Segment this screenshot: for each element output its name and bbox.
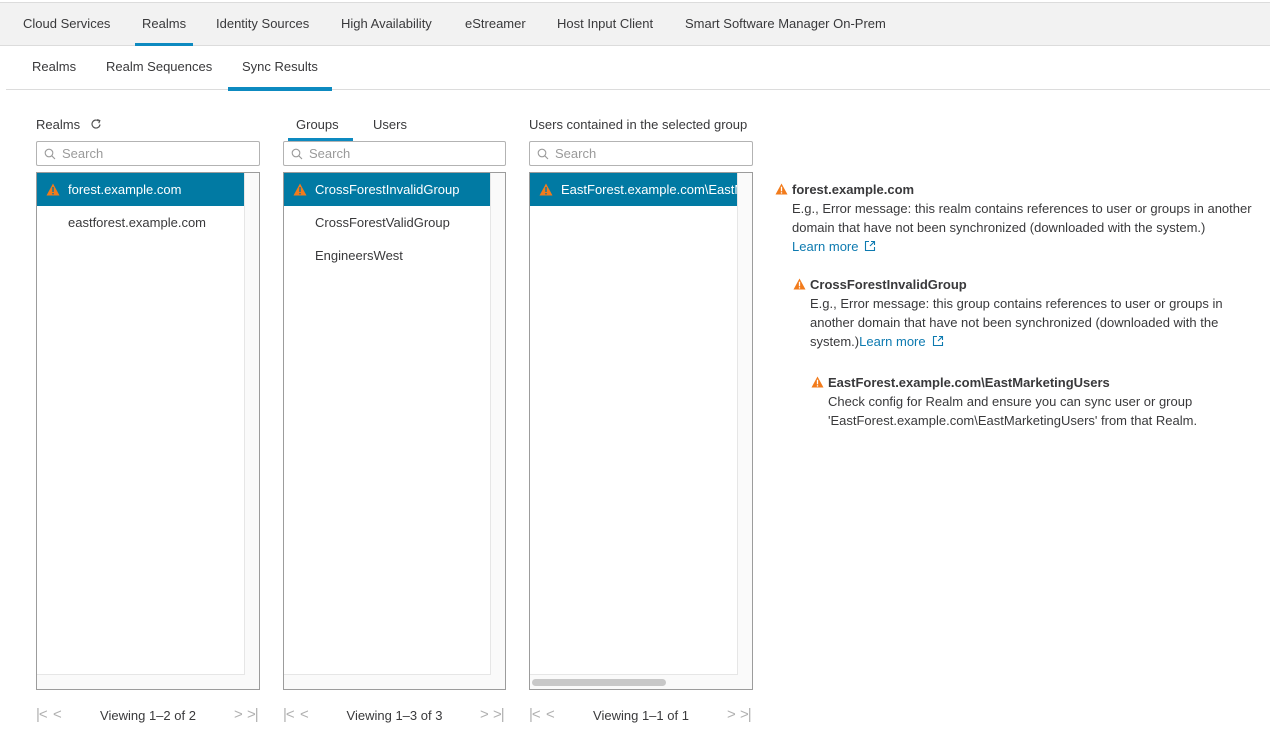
user-item-label: EastForest.example.com\EastMarketingUser…: [561, 182, 737, 197]
realms-search[interactable]: [36, 141, 260, 166]
realms-pager: |< < Viewing 1–2 of 2 > >|: [36, 704, 260, 728]
group-detail-message: E.g., Error message: this group contains…: [793, 294, 1243, 351]
realm-item-label: eastforest.example.com: [68, 215, 206, 230]
group-item-label: CrossForestValidGroup: [315, 215, 450, 230]
tab-estreamer[interactable]: eStreamer: [465, 3, 526, 46]
user-detail-message: Check config for Realm and ensure you ca…: [811, 392, 1265, 430]
warning-icon: [775, 183, 788, 195]
group-detail: CrossForestInvalidGroup E.g., Error mess…: [793, 275, 1265, 430]
sub-tab-bar: Realms Realm Sequences Sync Results: [6, 46, 1270, 90]
groups-pager-text: Viewing 1–3 of 3: [283, 708, 506, 723]
warning-icon: [811, 376, 824, 388]
refresh-icon[interactable]: [90, 118, 102, 130]
users-pager-text: Viewing 1–1 of 1: [529, 708, 753, 723]
realm-item-forest[interactable]: forest.example.com: [37, 173, 244, 206]
learn-more-link[interactable]: Learn more: [792, 239, 858, 254]
group-item-label: CrossForestInvalidGroup: [315, 182, 460, 197]
groups-search[interactable]: [283, 141, 506, 166]
tab-smart-software-manager[interactable]: Smart Software Manager On-Prem: [685, 3, 886, 46]
sync-details: forest.example.com E.g., Error message: …: [775, 180, 1265, 430]
users-title: Users contained in the selected group: [529, 117, 747, 132]
subtab-realms[interactable]: Realms: [32, 46, 76, 89]
users-search[interactable]: [529, 141, 753, 166]
tab-high-availability[interactable]: High Availability: [341, 3, 432, 46]
realms-list[interactable]: forest.example.com eastforest.example.co…: [36, 172, 260, 690]
realm-item-label: forest.example.com: [68, 182, 181, 197]
realms-pager-text: Viewing 1–2 of 2: [36, 708, 260, 723]
last-page-icon[interactable]: >|: [247, 706, 258, 723]
last-page-icon[interactable]: >|: [740, 706, 751, 723]
warning-icon: [793, 278, 806, 290]
tab-host-input-client[interactable]: Host Input Client: [557, 3, 653, 46]
realms-header: Realms: [36, 117, 102, 132]
users-pager: |< < Viewing 1–1 of 1 > >|: [529, 704, 753, 728]
warning-icon: [539, 183, 553, 196]
tab-cloud-services[interactable]: Cloud Services: [23, 3, 110, 46]
tab-realms[interactable]: Realms: [142, 3, 186, 46]
user-detail-title: EastForest.example.com\EastMarketingUser…: [811, 373, 1265, 392]
realms-search-input[interactable]: [62, 144, 254, 163]
subtab-realm-sequences[interactable]: Realm Sequences: [106, 46, 212, 89]
groups-pager: |< < Viewing 1–3 of 3 > >|: [283, 704, 506, 728]
user-detail: EastForest.example.com\EastMarketingUser…: [811, 373, 1265, 430]
group-item-label: EngineersWest: [315, 248, 403, 263]
next-page-icon[interactable]: >: [727, 706, 735, 723]
search-icon: [44, 148, 56, 160]
group-item-crossforestvalidgroup[interactable]: CrossForestValidGroup: [284, 206, 490, 239]
groups-list[interactable]: CrossForestInvalidGroup CrossForestValid…: [283, 172, 506, 690]
groups-search-input[interactable]: [309, 144, 500, 163]
tab-identity-sources[interactable]: Identity Sources: [216, 3, 309, 46]
subtab-sync-results[interactable]: Sync Results: [242, 46, 318, 89]
user-item-eastmarketingusers[interactable]: EastForest.example.com\EastMarketingUser…: [530, 173, 737, 206]
realm-detail-message: E.g., Error message: this realm contains…: [775, 199, 1260, 256]
group-item-crossforestinvalidgroup[interactable]: CrossForestInvalidGroup: [284, 173, 490, 206]
top-tab-bar: Cloud Services Realms Identity Sources H…: [0, 2, 1270, 46]
group-item-engineerswest[interactable]: EngineersWest: [284, 239, 490, 272]
realm-item-eastforest[interactable]: eastforest.example.com: [37, 206, 244, 239]
group-detail-title: CrossForestInvalidGroup: [793, 275, 1265, 294]
next-page-icon[interactable]: >: [234, 706, 242, 723]
next-page-icon[interactable]: >: [480, 706, 488, 723]
search-icon: [537, 148, 549, 160]
warning-icon: [46, 183, 60, 196]
search-icon: [291, 148, 303, 160]
users-search-input[interactable]: [555, 144, 747, 163]
last-page-icon[interactable]: >|: [493, 706, 504, 723]
users-list[interactable]: EastForest.example.com\EastMarketingUser…: [529, 172, 753, 690]
external-link-icon[interactable]: [932, 335, 944, 347]
learn-more-link[interactable]: Learn more: [859, 334, 925, 349]
realms-title: Realms: [36, 117, 80, 132]
tab-users[interactable]: Users: [373, 117, 407, 132]
realm-detail: forest.example.com E.g., Error message: …: [775, 180, 1265, 256]
realm-detail-title: forest.example.com: [775, 180, 1265, 199]
external-link-icon[interactable]: [864, 240, 876, 252]
tab-groups[interactable]: Groups: [296, 117, 339, 132]
warning-icon: [293, 183, 307, 196]
horizontal-scrollbar[interactable]: [532, 679, 666, 686]
